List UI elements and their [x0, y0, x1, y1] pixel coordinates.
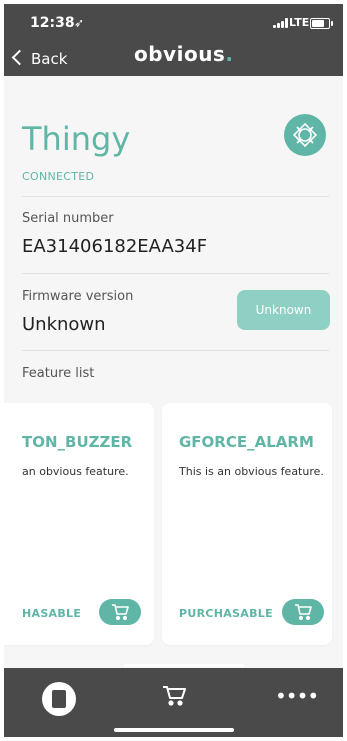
- feature-description: an obvious feature.: [22, 465, 129, 478]
- serial-label: Serial number: [22, 211, 114, 226]
- status-time: 12:38: [30, 15, 75, 31]
- logo-text: obvious: [134, 42, 226, 66]
- device-detail: Thingy CONNECTED Serial number EA3140618…: [4, 76, 343, 668]
- feature-name: GFORCE_ALARM: [179, 433, 314, 451]
- firmware-button[interactable]: Unknown: [237, 290, 330, 330]
- divider: [22, 196, 329, 197]
- device-tab-icon[interactable]: [42, 682, 76, 716]
- chevron-left-icon: [11, 49, 28, 66]
- firmware-label: Firmware version: [22, 289, 134, 304]
- feature-name: TON_BUZZER: [22, 433, 133, 451]
- app-frame: 12:38 ➶ LTE Back obvious. Thingy CONNECT…: [4, 4, 343, 737]
- add-to-cart-button[interactable]: [282, 599, 324, 625]
- add-to-cart-button[interactable]: [99, 599, 141, 625]
- signal-icon: [273, 18, 289, 28]
- battery-icon: [310, 18, 333, 29]
- location-arrow-icon: ➶: [74, 16, 85, 30]
- cart-icon: [112, 604, 129, 621]
- firmware-value: Unknown: [22, 314, 106, 335]
- feature-status: HASABLE: [22, 607, 82, 620]
- feature-card[interactable]: TON_BUZZER an obvious feature. HASABLE: [4, 403, 154, 645]
- serial-value: EA31406182EAA34F: [22, 236, 208, 257]
- device-chip-icon[interactable]: [284, 114, 326, 156]
- logo-dot: .: [225, 42, 234, 66]
- top-bar: 12:38 ➶ LTE Back obvious.: [4, 4, 343, 76]
- device-name: Thingy: [22, 120, 131, 158]
- connection-status: CONNECTED: [22, 170, 95, 183]
- feature-card[interactable]: GFORCE_ALARM This is an obvious feature.…: [162, 403, 332, 645]
- home-indicator: [114, 728, 234, 732]
- back-button[interactable]: Back: [11, 49, 68, 68]
- divider: [22, 273, 329, 274]
- divider: [22, 350, 329, 351]
- feature-status: PURCHASABLE: [179, 607, 273, 620]
- shop-cart-icon[interactable]: [161, 682, 201, 722]
- app-logo: obvious.: [134, 42, 233, 66]
- tab-bar: ••••: [4, 668, 343, 737]
- cart-icon: [295, 604, 312, 621]
- more-dots-icon[interactable]: ••••: [275, 686, 319, 706]
- scroll-indicator: [124, 664, 244, 667]
- network-type: LTE: [289, 16, 310, 29]
- feature-description: This is an obvious feature.: [179, 465, 324, 478]
- feature-list-label: Feature list: [22, 366, 95, 381]
- back-label: Back: [31, 50, 68, 68]
- status-bar: 12:38 ➶ LTE: [4, 4, 343, 40]
